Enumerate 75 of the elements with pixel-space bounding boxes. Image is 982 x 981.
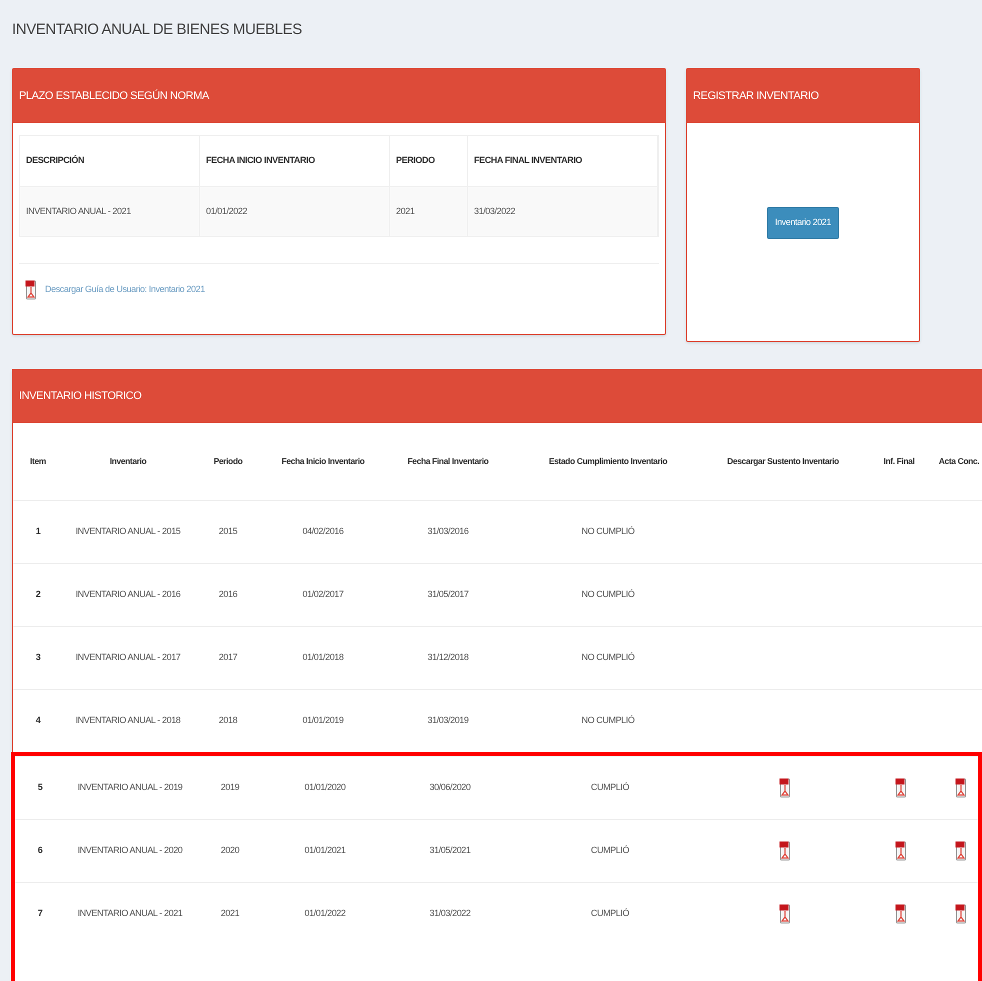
column-header: PERIODO bbox=[396, 154, 435, 168]
table-cell: 2021 bbox=[220, 908, 240, 918]
table-cell: 04/02/2016 bbox=[302, 526, 344, 536]
table-cell: 2016 bbox=[218, 589, 238, 600]
table-cell: 01/01/2022 bbox=[304, 908, 346, 918]
page-title: INVENTARIO ANUAL DE BIENES MUEBLES bbox=[12, 20, 302, 40]
column-header: Acta Conc. bbox=[938, 456, 980, 466]
column-header: Estado Cumplimiento Inventario bbox=[548, 456, 668, 466]
column-header: Descargar Sustento Inventario bbox=[727, 456, 839, 466]
table-cell: NO CUMPLIÓ bbox=[581, 652, 634, 662]
table-cell: INVENTARIO ANUAL - 2021 bbox=[78, 908, 182, 918]
table-cell: INVENTARIO ANUAL - 2017 bbox=[76, 652, 180, 662]
table-cell: 31/03/2022 bbox=[429, 908, 471, 918]
table-cell: 5 bbox=[38, 782, 42, 792]
pdf-file-icon[interactable] bbox=[955, 904, 967, 924]
table-cell: INVENTARIO ANUAL - 2018 bbox=[76, 715, 180, 726]
column-header: Fecha Inicio Inventario bbox=[282, 456, 364, 466]
table-cell: 31/05/2017 bbox=[427, 589, 469, 600]
table-cell: 30/06/2020 bbox=[429, 782, 471, 792]
column-header: FECHA FINAL INVENTARIO bbox=[474, 154, 582, 168]
column-header: FECHA INICIO INVENTARIO bbox=[206, 154, 315, 168]
panel-title: INVENTARIO HISTORICO bbox=[19, 388, 142, 404]
table-cell: 2 bbox=[36, 589, 40, 600]
table-cell: 31/12/2018 bbox=[427, 652, 469, 662]
table-cell: INVENTARIO ANUAL - 2019 bbox=[78, 782, 182, 792]
column-header: Fecha Final Inventario bbox=[408, 456, 488, 466]
pdf-file-icon[interactable] bbox=[779, 904, 791, 924]
table-cell-text: 2021 bbox=[396, 204, 414, 218]
pdf-file-icon[interactable] bbox=[779, 841, 791, 861]
table-cell: 31/03/2019 bbox=[427, 715, 469, 726]
pdf-file-icon[interactable] bbox=[955, 778, 967, 798]
table-cell: 2018 bbox=[218, 715, 238, 726]
table-cell: 01/01/2021 bbox=[304, 845, 346, 856]
table-cell: 4 bbox=[36, 715, 40, 726]
pdf-file-icon bbox=[25, 280, 37, 300]
inventory-button[interactable]: Inventario 2021 bbox=[767, 207, 839, 239]
table-cell: NO CUMPLIÓ bbox=[581, 589, 634, 600]
pdf-file-icon[interactable] bbox=[895, 778, 907, 798]
table-cell: 2017 bbox=[218, 652, 238, 662]
pdf-file-icon[interactable] bbox=[895, 841, 907, 861]
table-cell: 3 bbox=[36, 652, 40, 662]
column-header: Inventario bbox=[110, 456, 146, 466]
pdf-file-icon[interactable] bbox=[895, 904, 907, 924]
column-header: Inf. Final bbox=[884, 456, 914, 466]
table-cell: 01/01/2020 bbox=[304, 782, 346, 792]
table-cell-text: INVENTARIO ANUAL - 2021 bbox=[26, 204, 131, 218]
column-header: Item bbox=[30, 456, 46, 466]
table-cell: 2020 bbox=[220, 845, 240, 856]
table-cell: CUMPLIÓ bbox=[590, 908, 630, 918]
table-cell: NO CUMPLIÓ bbox=[581, 715, 634, 726]
table-cell-text: 01/01/2022 bbox=[206, 204, 248, 218]
pdf-file-icon[interactable] bbox=[779, 778, 791, 798]
panel-title: REGISTRAR INVENTARIO bbox=[693, 88, 819, 104]
table-cell: CUMPLIÓ bbox=[590, 845, 630, 856]
column-header: Periodo bbox=[214, 456, 242, 466]
table-cell: NO CUMPLIÓ bbox=[581, 526, 634, 536]
column-header: DESCRIPCIÓN bbox=[26, 154, 84, 168]
table-cell: 7 bbox=[38, 908, 42, 918]
table-cell: 1 bbox=[36, 526, 40, 536]
table-cell: 2019 bbox=[220, 782, 240, 792]
table-cell: 31/05/2021 bbox=[429, 845, 471, 856]
table-cell: 6 bbox=[38, 845, 42, 856]
table-cell: INVENTARIO ANUAL - 2015 bbox=[76, 526, 180, 536]
table-cell: INVENTARIO ANUAL - 2016 bbox=[76, 589, 180, 600]
table-cell: INVENTARIO ANUAL - 2020 bbox=[78, 845, 182, 856]
table-cell-text: 31/03/2022 bbox=[474, 204, 516, 218]
pdf-file-icon[interactable] bbox=[955, 841, 967, 861]
table-cell: 01/01/2018 bbox=[302, 652, 344, 662]
table-cell: 01/02/2017 bbox=[302, 589, 344, 600]
table-cell: 01/01/2019 bbox=[302, 715, 344, 726]
table-cell: 31/03/2016 bbox=[427, 526, 469, 536]
table-cell: CUMPLIÓ bbox=[590, 782, 630, 792]
table-cell: 2015 bbox=[218, 526, 238, 536]
download-guide-link[interactable]: Descargar Guía de Usuario: Inventario 2021 bbox=[45, 283, 205, 297]
panel-title: PLAZO ESTABLECIDO SEGÚN NORMA bbox=[19, 88, 209, 104]
